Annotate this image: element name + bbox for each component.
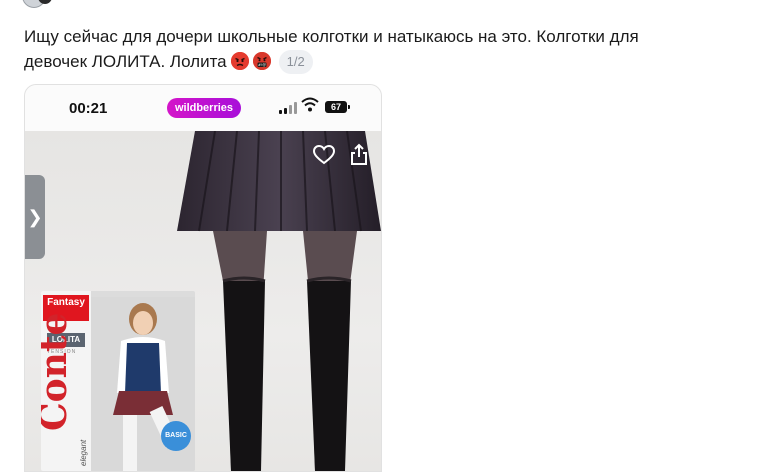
heart-icon[interactable] xyxy=(313,145,335,165)
product-photo[interactable]: ❯ Fantasy LOLITA TENSION Conte elegant B… xyxy=(25,131,381,471)
angry-face-emoji-icon xyxy=(230,52,249,70)
post-image-attachment[interactable]: 00:21 wildberries 67 ❯ Fantasy LOLITA TE… xyxy=(24,84,382,472)
status-time: 00:21 xyxy=(69,100,108,117)
image-counter: 1/2 xyxy=(278,50,313,74)
battery-indicator: 67 xyxy=(325,101,350,113)
post-text: Ищу сейчас для дочери школьные колготки … xyxy=(24,24,724,74)
package-tagline: elegant xyxy=(79,439,88,466)
package-brand: Fantasy xyxy=(47,297,85,308)
post-text-line-2: девочек ЛОЛИТА. Лолита #!@ 1/2 xyxy=(24,49,724,74)
phone-status-bar: 00:21 wildberries 67 xyxy=(25,85,381,131)
post-text-line-1: Ищу сейчас для дочери школьные колготки … xyxy=(24,27,639,46)
share-icon[interactable] xyxy=(349,143,369,165)
package-basic-badge: BASIC xyxy=(161,421,191,451)
back-chevron-icon[interactable]: ❯ xyxy=(25,175,45,259)
tights-package: Fantasy LOLITA TENSION Conte elegant BAS… xyxy=(41,291,195,471)
cellular-signal-icon xyxy=(279,102,299,114)
cursing-face-emoji-icon: #!@ xyxy=(252,52,271,70)
post-text-line-2-text: девочек ЛОЛИТА. Лолита xyxy=(24,52,227,71)
svg-text:#!@: #!@ xyxy=(258,63,266,67)
wifi-icon xyxy=(301,97,319,112)
tights-legs-graphic xyxy=(213,231,357,471)
conte-logo: Conte xyxy=(41,312,75,431)
wildberries-badge: wildberries xyxy=(167,98,241,118)
